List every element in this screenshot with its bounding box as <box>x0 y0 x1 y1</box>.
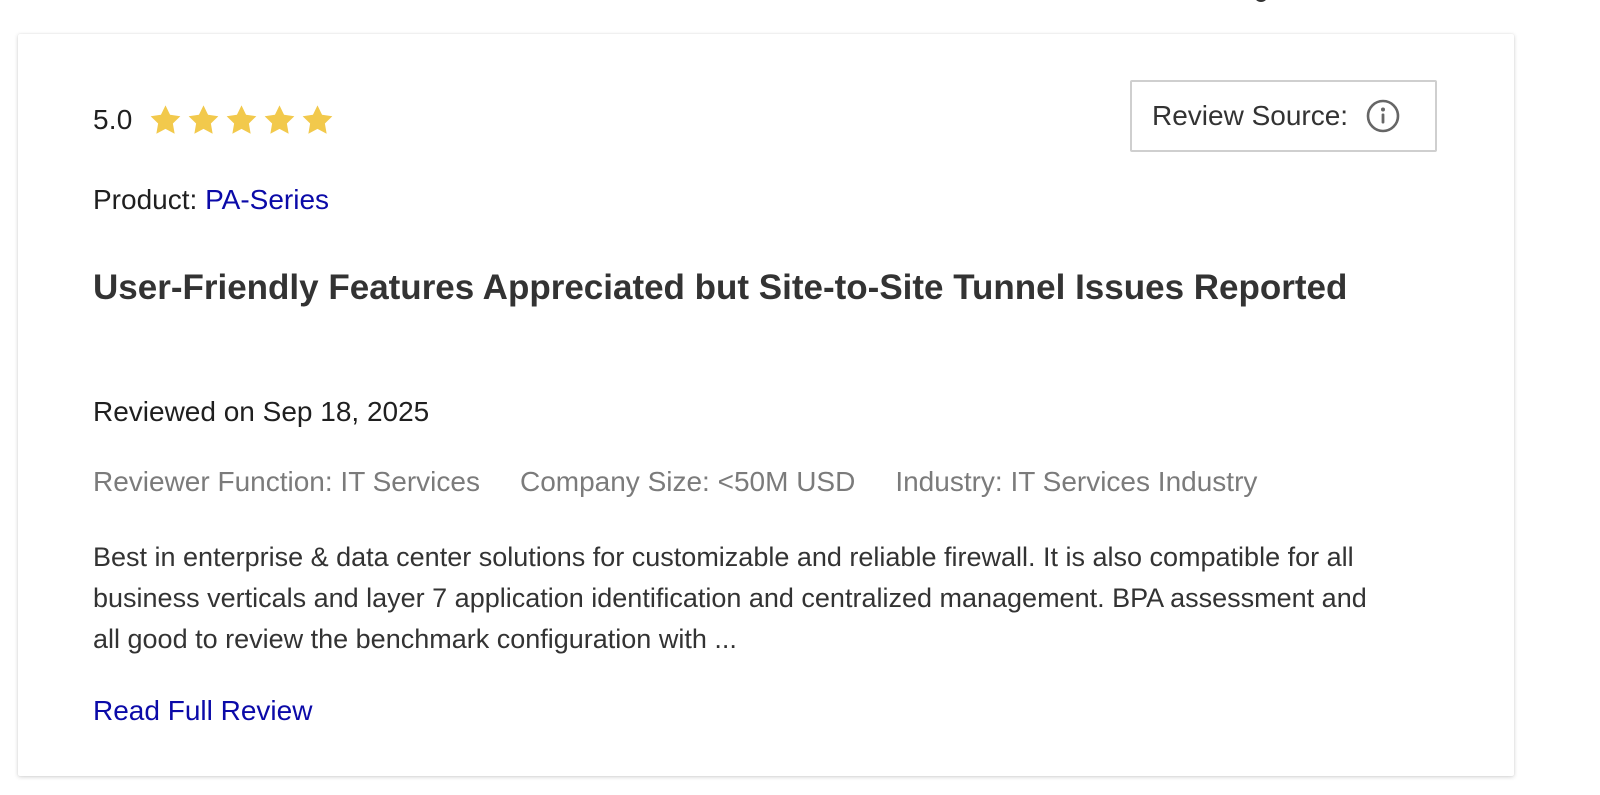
reviewer-meta: Reviewer Function: IT Services Company S… <box>93 466 1257 498</box>
star-icon <box>150 104 180 134</box>
review-card: 5.0 Review Source: Product: PA-Series Us… <box>18 34 1514 776</box>
review-source-label: Review Source: <box>1152 100 1349 131</box>
industry: Industry: IT Services Industry <box>895 466 1258 497</box>
product-link[interactable]: PA-Series <box>205 184 329 215</box>
star-icon <box>188 104 218 134</box>
product-label: Product: <box>93 184 198 215</box>
read-full-review-link[interactable]: Read Full Review <box>93 695 312 727</box>
company-size: Company Size: <50M USD <box>519 466 856 497</box>
review-excerpt: Best in enterprise & data center solutio… <box>93 542 1367 654</box>
review-title: User-Friendly Features Appreciated but S… <box>93 268 1348 307</box>
rating-row: 5.0 <box>93 98 336 142</box>
star-icon <box>264 104 294 134</box>
star-icon <box>302 104 332 134</box>
info-icon[interactable] <box>1366 99 1400 133</box>
reviewer-function: Reviewer Function: IT Services <box>93 466 480 497</box>
product-line: Product: PA-Series <box>93 184 329 216</box>
star-icon <box>226 104 256 134</box>
star-rating <box>147 102 336 139</box>
rating-value: 5.0 <box>93 104 133 135</box>
top-edge-fragment <box>1254 0 1268 2</box>
review-source-box[interactable]: Review Source: <box>1130 80 1437 152</box>
review-page: 5.0 Review Source: Product: PA-Series Us… <box>0 0 1600 795</box>
review-date: Reviewed on Sep 18, 2025 <box>93 396 430 427</box>
